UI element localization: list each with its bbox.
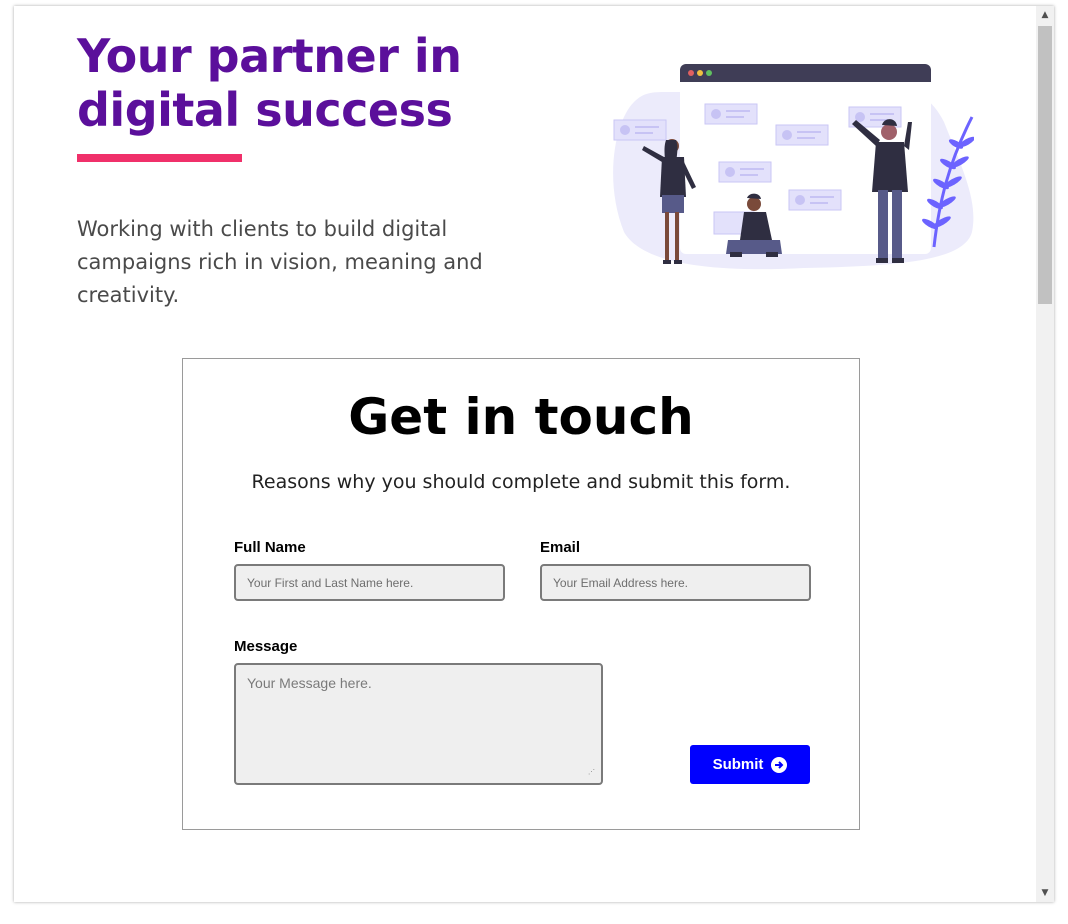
contact-title: Get in touch [348,388,694,446]
submit-label: Submit [712,756,764,773]
contact-subtitle: Reasons why you should complete and subm… [251,471,791,493]
contact-form-card: Get in touch Reasons why you should comp… [182,358,860,830]
full-name-label: Full Name [234,539,306,556]
hero-title: Your partner in digital success [77,29,462,137]
scroll-down-arrow-icon[interactable]: ▼ [1036,884,1054,902]
scroll-up-arrow-icon[interactable]: ▲ [1036,6,1054,24]
email-input[interactable] [540,564,811,601]
textarea-resize-handle[interactable]: ⋰ [588,769,596,777]
email-label: Email [540,539,581,556]
full-name-input[interactable] [234,564,505,601]
hero-accent-bar [77,154,242,162]
vertical-scrollbar[interactable]: ▲ ▼ [1036,6,1054,902]
browser-window: Your partner in digital success Working … [14,6,1054,902]
scrollbar-thumb[interactable] [1038,26,1052,304]
message-textarea[interactable] [234,663,603,785]
submit-button[interactable]: Submit [690,745,810,784]
hero-subtitle: Working with clients to build digital ca… [77,217,483,307]
team-collaboration-illustration [613,64,974,270]
page-viewport: Your partner in digital success Working … [14,6,1036,902]
message-label: Message [234,638,298,655]
arrow-circle-right-icon [771,756,788,773]
